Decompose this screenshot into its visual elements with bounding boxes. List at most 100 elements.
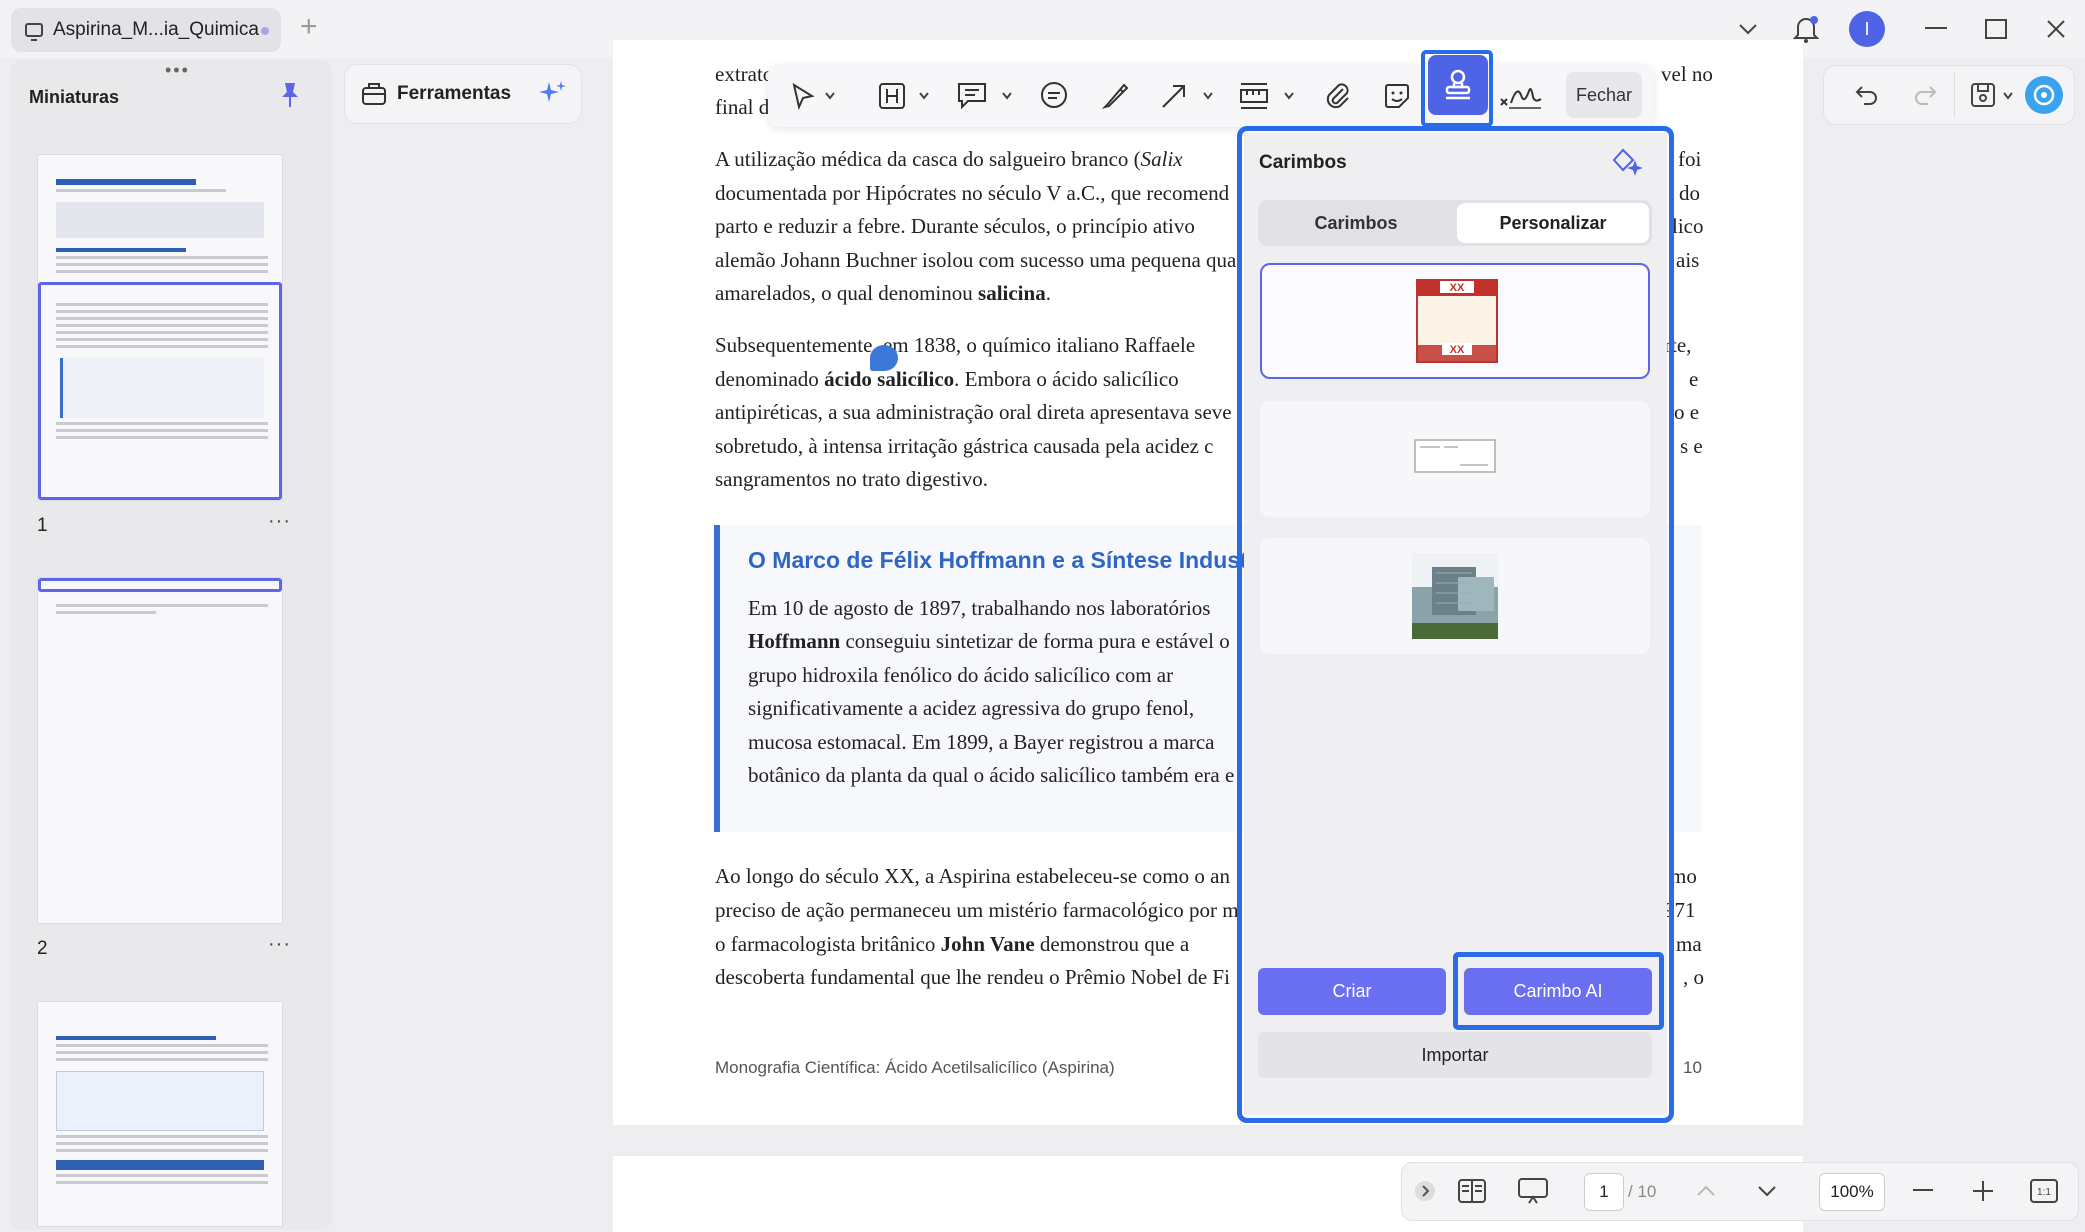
doc-line: mucosa estomacal. Em 1899, a Bayer regis… <box>748 730 1215 754</box>
tools-button[interactable]: Ferramentas <box>345 65 581 123</box>
doc-line: preciso de ação permaneceu um mistério f… <box>715 898 1239 922</box>
doc-line: extrato <box>715 62 774 86</box>
doc-line: parto e reduzir a febre. Durante séculos… <box>715 214 1195 238</box>
doc-line: amarelados, o qual denominou salicina. <box>715 281 1051 305</box>
page-thumbnail-1[interactable] <box>38 155 282 500</box>
thumbnail-more-button-1[interactable]: ··· <box>268 510 291 533</box>
ai-sparkle-icon[interactable] <box>537 78 569 110</box>
chevron-down-icon[interactable] <box>1202 90 1214 102</box>
doc-line-end: lico <box>1672 214 1704 238</box>
ai-stamp-sparkle-icon[interactable] <box>1611 146 1645 178</box>
doc-line: Ao longo do século XX, a Aspirina estabe… <box>715 864 1230 888</box>
save-icon[interactable] <box>1969 81 1997 109</box>
zoom-in-icon[interactable] <box>1971 1173 1995 1209</box>
doc-line-end: s e <box>1680 434 1703 458</box>
doc-line: o farmacologista britânico John Vane dem… <box>715 932 1190 956</box>
sidebar-title: Miniaturas <box>29 87 120 107</box>
doc-line: vel no <box>1661 62 1713 86</box>
doc-line-end: o e <box>1674 400 1700 424</box>
unsaved-dot <box>261 27 269 35</box>
page-thumbnail-3[interactable] <box>38 1002 282 1226</box>
doc-line-end: e <box>1689 367 1699 391</box>
chevron-down-icon[interactable] <box>1001 90 1013 102</box>
toolbox-icon <box>362 83 386 105</box>
maximize-icon[interactable] <box>1978 0 2014 58</box>
minimize-icon[interactable] <box>1918 0 1954 58</box>
custom-stamp-card-3[interactable] <box>1260 538 1650 654</box>
user-avatar[interactable]: I <box>1847 0 1887 58</box>
chevron-down-icon[interactable] <box>918 90 930 102</box>
create-stamp-button[interactable]: Criar <box>1258 968 1446 1015</box>
stamp-tool-highlight <box>1421 50 1493 127</box>
doc-line-end: do <box>1679 181 1700 205</box>
doc-line: sobretudo, à intensa irritação gástrica … <box>715 434 1214 458</box>
page-number-input[interactable]: 1 <box>1584 1173 1624 1211</box>
doc-line-end: ma <box>1676 932 1702 956</box>
chevron-down-icon[interactable] <box>824 90 836 102</box>
doc-line: documentada por Hipócrates no século V a… <box>715 181 1230 205</box>
doc-line-end: , o <box>1683 965 1704 989</box>
thumbnail-more-button-2[interactable]: ··· <box>268 933 291 956</box>
highlight-text-icon[interactable] <box>872 76 912 116</box>
chevron-down-icon[interactable] <box>1283 90 1295 102</box>
page-thumbnail-2[interactable] <box>38 578 282 923</box>
doc-line-end: ais <box>1676 248 1700 272</box>
chevron-down-icon[interactable] <box>2002 90 2014 102</box>
doc-line: denominado ácido salicílico. Embora o ác… <box>715 367 1179 391</box>
undo-icon[interactable] <box>1854 83 1880 107</box>
stamp-preview-form <box>1414 439 1496 473</box>
doc-line: significativamente a acidez agressiva do… <box>748 696 1195 720</box>
add-tab-button[interactable]: + <box>300 12 318 42</box>
callout-title: O Marco de Félix Hoffmann e a Síntese In… <box>748 547 1257 573</box>
stamp-preview-building <box>1412 553 1498 639</box>
visible-area-highlight <box>38 578 282 592</box>
document-tab[interactable]: Aspirina_M...ia_Quimica <box>11 8 281 52</box>
import-stamp-button[interactable]: Importar <box>1258 1032 1652 1078</box>
presentation-icon[interactable] <box>1515 1173 1551 1209</box>
doc-line: Hoffmann conseguiu sintetizar de forma p… <box>748 629 1230 653</box>
svg-text:XX: XX <box>1450 282 1465 294</box>
doc-line: Em 10 de agosto de 1897, trabalhando nos… <box>748 596 1211 620</box>
doc-line: final d <box>715 95 770 119</box>
close-toolbar-button[interactable]: Fechar <box>1566 72 1642 118</box>
resize-grip-icon[interactable]: ••• <box>165 60 190 81</box>
divider <box>1954 72 1955 118</box>
redo-icon[interactable] <box>1912 83 1938 107</box>
tab-carimbos[interactable]: Carimbos <box>1258 200 1454 246</box>
comment-marker-icon[interactable] <box>870 345 898 371</box>
collapse-bar-icon[interactable] <box>1412 1173 1438 1209</box>
arrow-line-icon[interactable] <box>1154 76 1194 116</box>
doc-line: descoberta fundamental que lhe rendeu o … <box>715 965 1230 989</box>
next-page-icon[interactable] <box>1755 1173 1779 1209</box>
text-comment-icon[interactable] <box>952 76 992 116</box>
doc-line: botânico da planta da qual o ácido salic… <box>748 763 1235 787</box>
tab-personalizar[interactable]: Personalizar <box>1457 203 1649 243</box>
page-footer-number: 10 <box>1683 1058 1702 1077</box>
page-layout-icon[interactable] <box>1455 1173 1489 1209</box>
ai-stamp-button-highlight <box>1453 952 1664 1030</box>
previous-page-icon[interactable] <box>1694 1173 1718 1209</box>
doc-line: Subsequentemente, em 1838, o químico ita… <box>715 333 1196 357</box>
annotation-toolbar <box>768 64 1654 127</box>
measure-ruler-icon[interactable] <box>1234 76 1274 116</box>
custom-stamp-card-1[interactable]: XX XX <box>1260 263 1650 379</box>
pencil-draw-icon[interactable] <box>1096 76 1136 116</box>
zoom-out-icon[interactable] <box>1911 1173 1935 1209</box>
custom-stamp-card-2[interactable] <box>1260 401 1650 517</box>
tab-title: Aspirina_M...ia_Quimica <box>53 19 259 40</box>
page-footer-title: Monografia Científica: Ácido Acetilsalic… <box>715 1058 1115 1077</box>
ai-assistant-icon[interactable] <box>2025 76 2063 114</box>
doc-line: alemão Johann Buchner isolou com sucesso… <box>715 248 1237 272</box>
comment-bubble-icon[interactable] <box>1034 76 1074 116</box>
actual-size-button[interactable]: 1:1 <box>2029 1173 2059 1209</box>
zoom-level[interactable]: 100% <box>1819 1173 1885 1211</box>
doc-line: grupo hidroxila fenólico do ácido salicí… <box>748 663 1174 687</box>
doc-line: A utilização médica da casca do salgueir… <box>715 147 1183 171</box>
doc-line-end: mo <box>1670 864 1697 888</box>
close-window-icon[interactable] <box>2038 0 2074 58</box>
select-cursor-icon[interactable] <box>783 76 823 116</box>
attachment-clip-icon[interactable] <box>1318 76 1358 116</box>
pin-icon[interactable] <box>275 80 305 110</box>
signature-icon[interactable] <box>1496 76 1546 116</box>
sticker-icon[interactable] <box>1377 76 1417 116</box>
